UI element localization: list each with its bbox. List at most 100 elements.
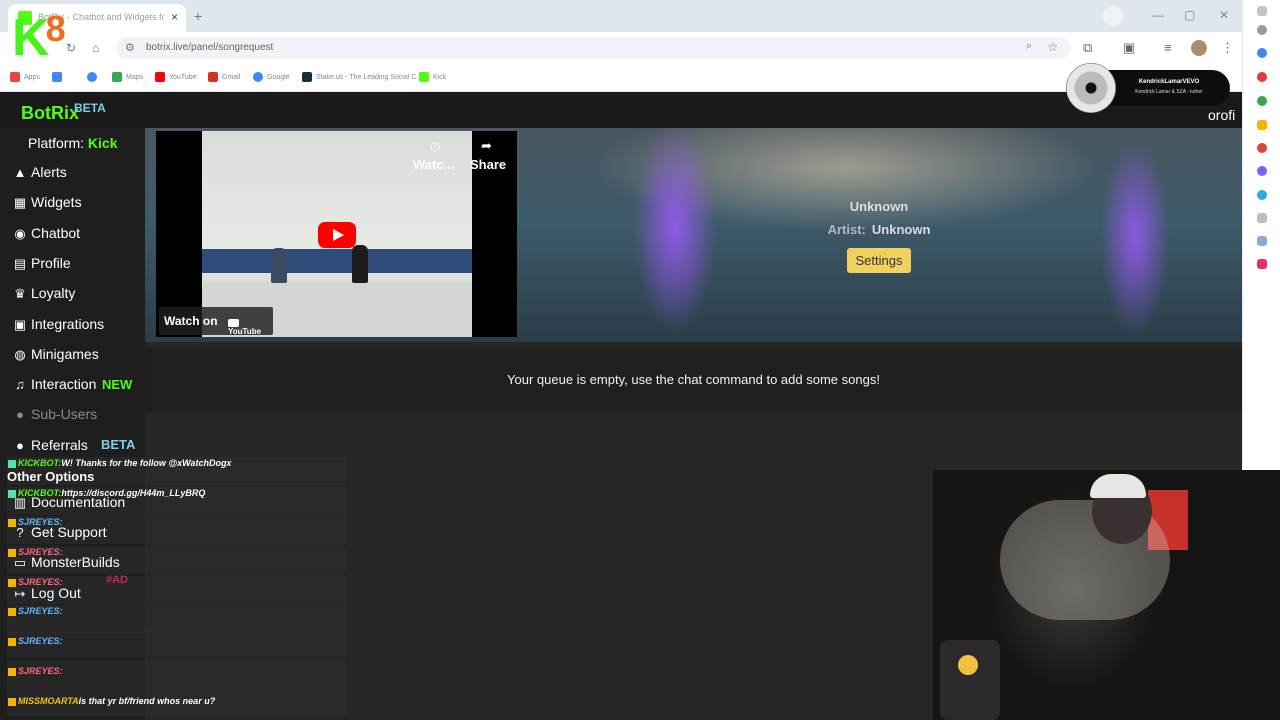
youtube-logo-icon bbox=[228, 318, 239, 327]
instagram-icon[interactable] bbox=[1257, 259, 1267, 269]
omnibox[interactable]: ⚙ botrix.live/panel/songrequest ⌕ ☆ bbox=[116, 37, 1070, 59]
site-settings-icon[interactable]: ⚙ bbox=[125, 41, 135, 54]
chat-text: W! Thanks for the follow @xWatchDogx bbox=[61, 458, 232, 468]
sidebar-item-label: Chatbot bbox=[31, 225, 81, 241]
profile-menu-label[interactable]: orofi bbox=[1208, 107, 1235, 123]
other-options-heading: Other Options bbox=[7, 469, 95, 484]
sidebar-item-loyalty[interactable]: ♛ Loyalty bbox=[12, 285, 75, 302]
watch-on-label: Watch on bbox=[164, 314, 218, 328]
record-extension-icon[interactable] bbox=[1257, 143, 1267, 153]
sidebar-item-interaction[interactable]: ♫ Interaction bbox=[12, 376, 96, 392]
maximize-icon[interactable]: ▢ bbox=[1184, 8, 1195, 22]
sidebar-item-label: Minigames bbox=[31, 346, 99, 362]
new-tab-button[interactable]: + bbox=[194, 8, 202, 24]
google-icon bbox=[253, 72, 263, 82]
watch-on-youtube-button[interactable]: Watch on YouTube bbox=[159, 307, 273, 336]
zoom-icon[interactable]: ⌕ bbox=[1026, 40, 1032, 53]
home-icon[interactable]: ⌂ bbox=[92, 41, 99, 55]
sidebar-item-referrals[interactable]: ● Referrals bbox=[12, 437, 88, 453]
watch-later-label[interactable]: Watc... bbox=[413, 157, 454, 172]
queue-empty-message: Your queue is empty, use the chat comman… bbox=[507, 372, 880, 387]
kick-icon bbox=[419, 72, 429, 82]
bell-icon[interactable] bbox=[1257, 6, 1267, 16]
youtube-play-button[interactable] bbox=[318, 222, 356, 248]
sidebar-item-minigames[interactable]: ◍ Minigames bbox=[12, 346, 99, 363]
chatbot-icon: ◉ bbox=[14, 226, 26, 241]
bookmark-globe[interactable] bbox=[87, 72, 101, 82]
bookmark-apps[interactable]: Apps bbox=[10, 72, 40, 82]
share-label[interactable]: Share bbox=[470, 157, 506, 172]
webcam-microphone bbox=[940, 640, 1000, 720]
badge-icon bbox=[8, 697, 16, 706]
video-bench bbox=[202, 249, 472, 273]
bookmark-maps[interactable]: Maps bbox=[112, 72, 143, 82]
bookmark-grid[interactable] bbox=[52, 72, 66, 82]
layers-extension-icon[interactable] bbox=[1257, 236, 1267, 246]
sidebar-item-chatbot[interactable]: ◉ Chatbot bbox=[12, 225, 80, 242]
sidebar-item-sub-users[interactable]: ● Sub-Users bbox=[12, 406, 97, 422]
cast-icon[interactable]: ▣ bbox=[1123, 40, 1135, 56]
page-extension-icon[interactable] bbox=[1257, 213, 1267, 223]
bookmarks-bar: Apps Maps YouTube Gmail Google Stake.us … bbox=[0, 64, 1242, 92]
window-close-icon[interactable]: ✕ bbox=[1219, 8, 1229, 22]
bookmark-youtube[interactable]: YouTube bbox=[155, 72, 197, 82]
tab-close-icon[interactable]: × bbox=[171, 10, 178, 24]
trophy-icon: ♛ bbox=[14, 286, 26, 301]
sidebar-item-integrations[interactable]: ▣ Integrations bbox=[12, 316, 104, 333]
platform-value: Kick bbox=[87, 135, 118, 151]
search-icon[interactable] bbox=[1257, 25, 1267, 35]
sidebar-item-get-support[interactable]: ? Get Support bbox=[12, 524, 107, 540]
bookmark-gmail[interactable]: Gmail bbox=[208, 72, 240, 82]
reload-icon[interactable]: ↻ bbox=[66, 41, 76, 55]
apps-icon bbox=[10, 72, 20, 82]
share-icon[interactable]: ➦ bbox=[481, 138, 492, 154]
chat-message: MISSMOARTAis that yr bf/friend whos near… bbox=[8, 696, 215, 706]
sidebar-item-widgets[interactable]: ▦ Widgets bbox=[12, 194, 82, 211]
chrome-icon[interactable] bbox=[1257, 48, 1267, 58]
sidebar-item-label: MonsterBuilds bbox=[31, 554, 120, 570]
youtube-player[interactable]: ◷ Watc... ➦ Share Watch on YouTube bbox=[156, 131, 517, 337]
watch-later-icon[interactable]: ◷ bbox=[430, 139, 440, 153]
messenger-icon[interactable] bbox=[1257, 166, 1267, 176]
url-text[interactable]: botrix.live/panel/songrequest bbox=[146, 42, 273, 53]
bookmark-google[interactable]: Google bbox=[253, 72, 290, 82]
botrix-logo[interactable]: BotRix bbox=[21, 103, 79, 124]
artist-row: Artist: Unknown bbox=[800, 222, 958, 237]
sidebar-item-label: Loyalty bbox=[31, 285, 76, 301]
browser-profile-icon[interactable] bbox=[1103, 6, 1123, 26]
artist-label: Artist: bbox=[827, 222, 866, 237]
bookmark-stake[interactable]: Stake.us - The Leading Social C... bbox=[302, 72, 422, 82]
sidebar-item-label: Referrals bbox=[31, 437, 88, 453]
minimize-icon[interactable]: — bbox=[1152, 8, 1164, 22]
sidebar-item-monsterbuilds[interactable]: ▭ MonsterBuilds bbox=[12, 554, 120, 571]
extensions-icon[interactable]: ⧉ bbox=[1083, 40, 1092, 56]
menu-kebab-icon[interactable]: ⋮ bbox=[1221, 40, 1234, 56]
settings-button[interactable]: Settings bbox=[847, 248, 911, 273]
t-extension-icon[interactable] bbox=[1257, 72, 1267, 82]
brand-beta-badge: BETA bbox=[74, 101, 106, 115]
book-icon: ▥ bbox=[13, 495, 27, 510]
telegram-icon[interactable] bbox=[1257, 190, 1267, 200]
music-icon: ♫ bbox=[15, 377, 25, 392]
sidebar-item-documentation[interactable]: ▥ Documentation bbox=[12, 494, 125, 511]
users-icon: ● bbox=[16, 407, 24, 422]
bookmark-star-icon[interactable]: ☆ bbox=[1047, 40, 1058, 54]
user-avatar[interactable] bbox=[1191, 40, 1207, 56]
integrations-icon: ▣ bbox=[13, 317, 27, 332]
sidebar-item-alerts[interactable]: ▲ Alerts bbox=[12, 164, 67, 180]
sidebar-item-profile[interactable]: ▤ Profile bbox=[12, 255, 71, 272]
ad-tag: #AD bbox=[106, 574, 129, 586]
sidebar-item-label: Get Support bbox=[31, 524, 107, 540]
media-controls-icon[interactable]: ≡ bbox=[1164, 40, 1172, 55]
note-extension-icon[interactable] bbox=[1257, 120, 1267, 130]
sidebar-item-label: Sub-Users bbox=[31, 406, 98, 422]
logout-icon: ↦ bbox=[14, 586, 26, 601]
google-extension-icon[interactable] bbox=[1257, 96, 1267, 106]
bookmark-kick[interactable]: Kick bbox=[419, 72, 446, 82]
badge-icon bbox=[8, 607, 16, 616]
profile-icon: ▤ bbox=[13, 256, 27, 271]
alert-icon: ▲ bbox=[13, 165, 27, 180]
chat-message: SJREYES: bbox=[8, 606, 63, 616]
sidebar-item-log-out[interactable]: ↦ Log Out bbox=[12, 585, 81, 602]
site-top-nav bbox=[0, 92, 1242, 128]
